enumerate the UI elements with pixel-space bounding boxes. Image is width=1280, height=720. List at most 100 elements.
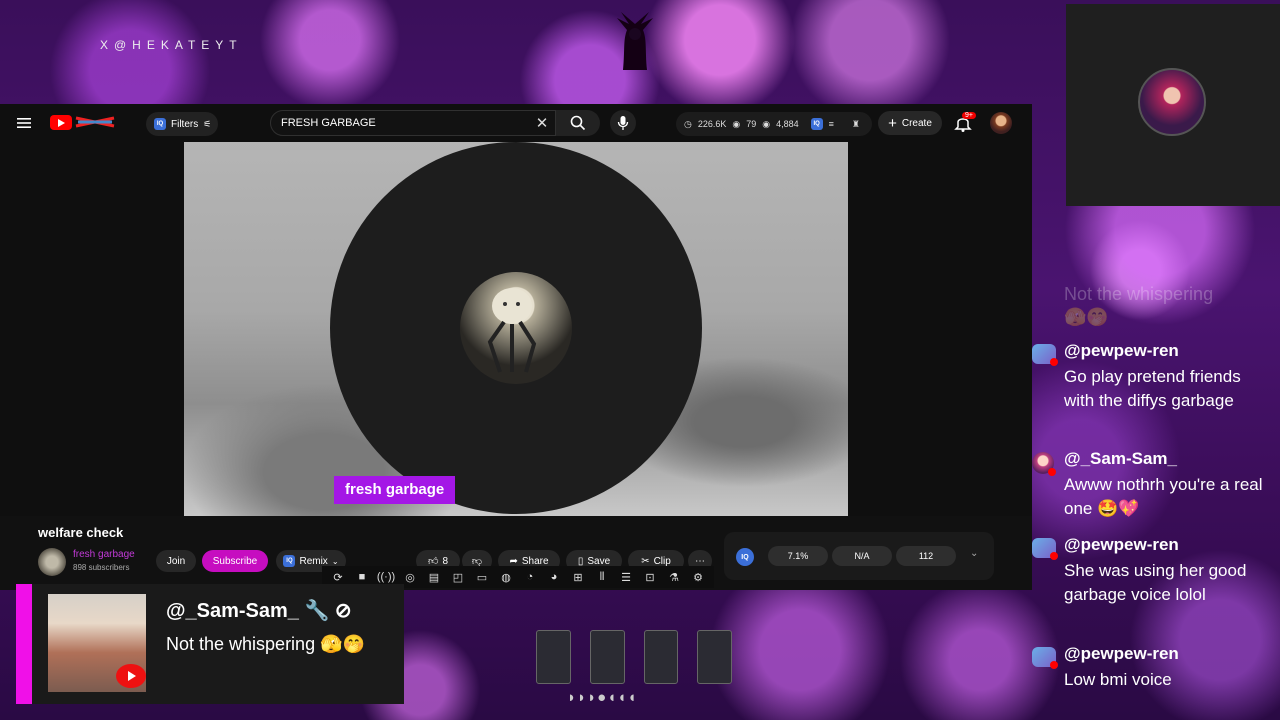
chevron-down-icon: ⌄ bbox=[331, 556, 339, 566]
plus-icon: + bbox=[888, 114, 897, 132]
streamer-handle: X@HEKATEYT bbox=[100, 38, 243, 52]
channel-name[interactable]: fresh garbage bbox=[73, 549, 135, 560]
video-caption: fresh garbage bbox=[334, 476, 456, 504]
chat-author: @_Sam-Sam_ bbox=[1064, 449, 1177, 468]
tarot-card bbox=[697, 630, 732, 684]
chat-author: @pewpew-ren bbox=[1064, 644, 1179, 663]
video-title: welfare check bbox=[38, 525, 124, 540]
moon-phases: ◗◗◗●◖◖◖ bbox=[567, 689, 638, 706]
layout-icon[interactable]: ☰ bbox=[616, 569, 636, 585]
subscribe-label: Subscribe bbox=[212, 555, 258, 567]
tarot-card bbox=[589, 630, 625, 684]
eye-icon: ◉ bbox=[732, 118, 741, 129]
witch-silhouette-icon bbox=[617, 12, 653, 70]
metric-value: 7.1% bbox=[787, 551, 809, 561]
notification-badge: 9+ bbox=[962, 112, 976, 119]
stat-views: 226.6K bbox=[697, 119, 727, 129]
chat-faded-emoji: 🫣🤭 bbox=[1064, 307, 1109, 327]
youtube-wordmark-redacted bbox=[75, 116, 115, 128]
chat-author: @pewpew-ren bbox=[1064, 535, 1179, 554]
metric-value: 112 bbox=[918, 551, 934, 561]
chat-text: Go play pretend friends with the diffys … bbox=[1064, 367, 1241, 410]
create-label: Create bbox=[901, 117, 932, 129]
youtube-topbar: IQ Filters ⚟ FRESH GARBAGE ✕ ◷ 226.6K ◉ 79… bbox=[0, 104, 1032, 142]
iq-extension-icon: IQ bbox=[154, 118, 166, 130]
close-icon[interactable]: ✕ bbox=[533, 114, 551, 132]
youtube-window: IQ Filters ⚟ FRESH GARBAGE ✕ ◷ 226.6K ◉ 79… bbox=[0, 104, 1032, 590]
menu-icon[interactable] bbox=[14, 114, 34, 132]
tarot-card bbox=[536, 630, 571, 684]
sliders-icon: ⚟ bbox=[203, 118, 212, 129]
chat-text: She was using her good garbage voice lol… bbox=[1064, 561, 1247, 604]
scissors-icon: ✂ bbox=[641, 555, 650, 567]
metric-pill: 7.1% bbox=[768, 546, 828, 566]
avatar bbox=[1032, 452, 1056, 476]
search-icon bbox=[570, 115, 586, 131]
cinema-icon[interactable]: ▭ bbox=[472, 569, 492, 585]
tarot-card bbox=[643, 630, 679, 684]
channel-stats-bar: ◷ 226.6K ◉ 79 ◉ 4,884 IQ ≡ ♜ bbox=[676, 112, 872, 136]
bookmark-icon: ▯ bbox=[577, 555, 584, 567]
eye-icon[interactable]: ◎ bbox=[400, 569, 420, 585]
metric-pill: N/A bbox=[832, 546, 892, 566]
filters-button[interactable]: IQ Filters ⚟ bbox=[146, 112, 218, 136]
tarot-cards bbox=[536, 630, 732, 684]
split-icon[interactable]: ⫴ bbox=[592, 569, 612, 585]
highlight-accent-bar bbox=[16, 584, 32, 704]
speed-icon[interactable]: ◔ bbox=[520, 569, 540, 585]
clapperboard-icon[interactable]: ▤ bbox=[424, 569, 444, 585]
chevron-down-icon[interactable]: ⌄ bbox=[970, 548, 978, 559]
highlight-text: Not the whispering 🫣🤭 bbox=[166, 634, 365, 654]
search-button[interactable] bbox=[556, 110, 600, 136]
voice-search-button[interactable] bbox=[610, 110, 636, 136]
create-button[interactable]: + Create bbox=[878, 111, 942, 135]
stop-icon[interactable]: ■ bbox=[352, 569, 372, 585]
subscribe-button[interactable]: Subscribe bbox=[202, 550, 268, 572]
chat-faded-message: Not the whispering bbox=[1064, 284, 1214, 304]
add-icon[interactable]: ⊞ bbox=[568, 569, 588, 585]
iq-extension-icon[interactable]: IQ bbox=[736, 548, 754, 566]
record-label-image bbox=[460, 272, 572, 384]
microphone-icon bbox=[617, 116, 629, 130]
webcam-panel bbox=[1066, 4, 1280, 206]
like-count: 8 bbox=[442, 555, 448, 567]
highlighted-chat-message: @_Sam-Sam_ 🔧 ⊘ Not the whispering 🫣🤭 bbox=[16, 584, 404, 704]
avatar bbox=[1032, 344, 1058, 366]
share-label: Share bbox=[521, 555, 549, 567]
subscriber-count: 898 subscribers bbox=[73, 563, 130, 572]
filter-icon[interactable]: ◍ bbox=[496, 569, 516, 585]
share-icon: ➦ bbox=[509, 555, 518, 567]
lab-flask-icon[interactable]: ⚗ bbox=[664, 569, 684, 585]
youtube-logo-icon[interactable] bbox=[50, 115, 72, 130]
search-value: FRESH GARBAGE bbox=[281, 117, 376, 129]
avatar bbox=[1032, 647, 1058, 669]
avatar[interactable] bbox=[990, 112, 1012, 134]
screenshot-icon[interactable]: ⊡ bbox=[640, 569, 660, 585]
channel-avatar[interactable] bbox=[38, 548, 66, 576]
iq-extension-icon[interactable]: IQ bbox=[810, 118, 823, 130]
chat-text: Low bmi voice bbox=[1064, 670, 1172, 689]
chat-author: @pewpew-ren bbox=[1064, 341, 1179, 360]
gear-icon[interactable]: ⚙ bbox=[688, 569, 708, 585]
stat-count: 4,884 bbox=[776, 119, 799, 129]
broadcast-icon[interactable]: ((·)) bbox=[376, 569, 396, 585]
iq-metrics-panel: IQ 7.1% N/A 112 ⌄ bbox=[724, 532, 994, 580]
remix-label: Remix bbox=[299, 555, 328, 567]
join-label: Join bbox=[166, 555, 186, 567]
trophy-icon[interactable]: ♜ bbox=[852, 119, 860, 130]
loop-icon[interactable]: ⟳ bbox=[328, 569, 348, 585]
aspect-ratio-icon[interactable]: ◰ bbox=[448, 569, 468, 585]
join-button[interactable]: Join bbox=[156, 550, 196, 572]
metric-value: N/A bbox=[854, 551, 870, 561]
eye-icon: ◉ bbox=[762, 118, 771, 129]
search-input[interactable]: FRESH GARBAGE ✕ bbox=[270, 110, 556, 136]
list-icon[interactable]: ≡ bbox=[829, 119, 834, 129]
volume-icon[interactable]: ◕ bbox=[544, 569, 564, 585]
save-label: Save bbox=[587, 555, 611, 567]
stat-watching: 79 bbox=[746, 119, 757, 129]
metric-pill: 112 bbox=[896, 546, 956, 566]
clock-icon: ◷ bbox=[684, 118, 692, 129]
filters-label: Filters bbox=[171, 118, 199, 130]
video-player[interactable] bbox=[184, 142, 848, 516]
clip-label: Clip bbox=[653, 555, 671, 567]
